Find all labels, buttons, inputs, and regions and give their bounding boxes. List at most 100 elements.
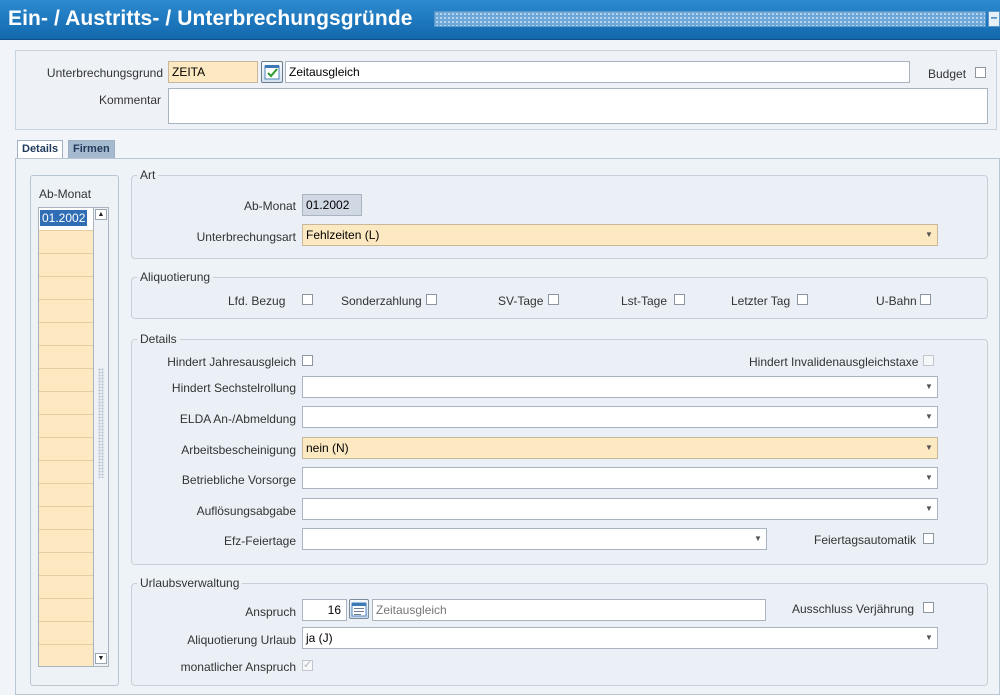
arbeitsbescheinigung-value: nein (N) <box>306 441 349 455</box>
vorsorge-select[interactable]: ▼ <box>302 467 938 489</box>
scroll-down-icon[interactable]: ▼ <box>95 653 107 664</box>
urlaub-legend: Urlaubsverwaltung <box>140 576 240 590</box>
anspruch-label: Anspruch <box>245 605 296 619</box>
kommentar-input[interactable] <box>168 88 988 124</box>
tab-details[interactable]: Details <box>17 140 64 159</box>
sv-tage-checkbox[interactable] <box>548 294 559 305</box>
ab-monat-field: 01.2002 <box>302 194 362 216</box>
chevron-down-icon[interactable]: ▼ <box>921 377 937 397</box>
list-item[interactable]: 01.2002 <box>39 208 93 231</box>
title-bar-pattern <box>434 11 986 27</box>
chevron-down-icon[interactable]: ▼ <box>921 225 937 245</box>
aliquotierung-urlaub-select[interactable]: ja (J) ▼ <box>302 627 938 649</box>
list-item[interactable] <box>39 392 93 415</box>
efz-feiertage-select[interactable]: ▼ <box>302 528 767 550</box>
list-item[interactable] <box>39 231 93 254</box>
chevron-down-icon[interactable]: ▼ <box>921 438 937 458</box>
list-item[interactable] <box>39 438 93 461</box>
monatlicher-anspruch-label: monatlicher Anspruch <box>180 660 296 674</box>
title-bar: Ein- / Austritts- / Unterbrechungsgründe… <box>0 0 1000 40</box>
list-item[interactable] <box>39 553 93 576</box>
sv-tage-label: SV-Tage <box>498 294 544 308</box>
chevron-down-icon[interactable]: ▼ <box>921 628 937 648</box>
lst-tage-checkbox[interactable] <box>674 294 685 305</box>
description-input[interactable]: Zeitausgleich <box>285 61 910 83</box>
sechstelrollung-label: Hindert Sechstelrollung <box>171 381 296 395</box>
list-item[interactable] <box>39 484 93 507</box>
list-item[interactable] <box>39 300 93 323</box>
list-item[interactable] <box>39 507 93 530</box>
unterbrechungsart-value: Fehlzeiten (L) <box>306 228 380 242</box>
letzter-tag-label: Letzter Tag <box>731 294 791 308</box>
aliquotierung-urlaub-value: ja (J) <box>306 631 333 645</box>
details-legend: Details <box>140 332 177 346</box>
u-bahn-label: U-Bahn <box>876 294 917 308</box>
art-legend: Art <box>140 168 156 182</box>
month-list-scrollbar[interactable]: ▲ ▼ <box>94 207 109 667</box>
unterbrechungsgrund-label: Unterbrechungsgrund <box>46 66 163 80</box>
list-item[interactable] <box>39 254 93 277</box>
feiertagsautomatik-label: Feiertagsautomatik <box>814 533 917 547</box>
list-item[interactable] <box>39 622 93 645</box>
kommentar-label: Kommentar <box>98 93 161 107</box>
ausschluss-verjaehrung-checkbox[interactable] <box>923 602 934 613</box>
lfd-bezug-checkbox[interactable] <box>302 294 313 305</box>
aufloesung-label: Auflösungsabgabe <box>196 504 296 518</box>
scroll-grip-icon[interactable] <box>98 368 104 478</box>
list-item[interactable] <box>39 530 93 553</box>
hindert-invalidenausgleichstaxe-label: Hindert Invalidenausgleichstaxe <box>749 355 919 369</box>
list-item[interactable] <box>39 576 93 599</box>
month-list-header: Ab-Monat <box>39 187 92 201</box>
sonderzahlung-label: Sonderzahlung <box>341 294 422 308</box>
anspruch-description: Zeitausgleich <box>372 599 766 621</box>
chevron-down-icon[interactable]: ▼ <box>750 529 766 549</box>
hindert-jahresausgleich-label: Hindert Jahresausgleich <box>167 355 296 369</box>
efz-feiertage-label: Efz-Feiertage <box>223 534 296 548</box>
ausschluss-verjaehrung-label: Ausschluss Verjährung <box>792 602 915 616</box>
lookup-check-icon[interactable] <box>261 61 283 83</box>
unterbrechungsart-select[interactable]: Fehlzeiten (L) ▼ <box>302 224 938 246</box>
ab-monat-label: Ab-Monat <box>243 199 296 213</box>
list-item[interactable] <box>39 323 93 346</box>
lfd-bezug-label: Lfd. Bezug <box>228 294 286 308</box>
list-item[interactable] <box>39 461 93 484</box>
aufloesung-select[interactable]: ▼ <box>302 498 938 520</box>
monatlicher-anspruch-checkbox[interactable] <box>302 658 313 671</box>
hindert-jahresausgleich-checkbox[interactable] <box>302 355 313 366</box>
list-item[interactable] <box>39 645 93 666</box>
u-bahn-checkbox[interactable] <box>920 294 931 305</box>
budget-label: Budget <box>928 67 967 81</box>
arbeitsbescheinigung-label: Arbeitsbescheinigung <box>181 443 296 457</box>
chevron-down-icon[interactable]: ▼ <box>921 499 937 519</box>
unterbrechungsart-label: Unterbrechungsart <box>196 230 296 244</box>
list-item[interactable] <box>39 277 93 300</box>
budget-checkbox[interactable] <box>975 67 986 78</box>
list-item[interactable] <box>39 369 93 392</box>
window-title: Ein- / Austritts- / Unterbrechungsgründe <box>8 7 413 30</box>
aliquotierung-legend: Aliquotierung <box>140 270 211 284</box>
elda-label: ELDA An-/Abmeldung <box>179 412 296 426</box>
anspruch-input[interactable]: 16 <box>302 599 347 621</box>
sechstelrollung-select[interactable]: ▼ <box>302 376 938 398</box>
scroll-up-icon[interactable]: ▲ <box>95 209 107 220</box>
hindert-invalidenausgleichstaxe-checkbox[interactable] <box>923 355 934 366</box>
letzter-tag-checkbox[interactable] <box>797 294 808 305</box>
feiertagsautomatik-checkbox[interactable] <box>923 533 934 544</box>
code-input[interactable]: ZEITA <box>168 61 258 83</box>
elda-select[interactable]: ▼ <box>302 406 938 428</box>
arbeitsbescheinigung-select[interactable]: nein (N) ▼ <box>302 437 938 459</box>
tab-firmen[interactable]: Firmen <box>68 140 115 159</box>
calendar-icon[interactable] <box>349 599 369 619</box>
minimize-button[interactable]: – <box>988 11 1000 27</box>
list-item[interactable] <box>39 346 93 369</box>
lst-tage-label: Lst-Tage <box>621 294 668 308</box>
chevron-down-icon[interactable]: ▼ <box>921 468 937 488</box>
chevron-down-icon[interactable]: ▼ <box>921 407 937 427</box>
list-item[interactable] <box>39 599 93 622</box>
sonderzahlung-checkbox[interactable] <box>426 294 437 305</box>
aliquotierung-urlaub-label: Aliquotierung Urlaub <box>187 633 296 647</box>
month-list[interactable]: 01.2002 <box>38 207 94 667</box>
vorsorge-label: Betriebliche Vorsorge <box>181 473 296 487</box>
month-value: 01.2002 <box>40 210 88 226</box>
list-item[interactable] <box>39 415 93 438</box>
